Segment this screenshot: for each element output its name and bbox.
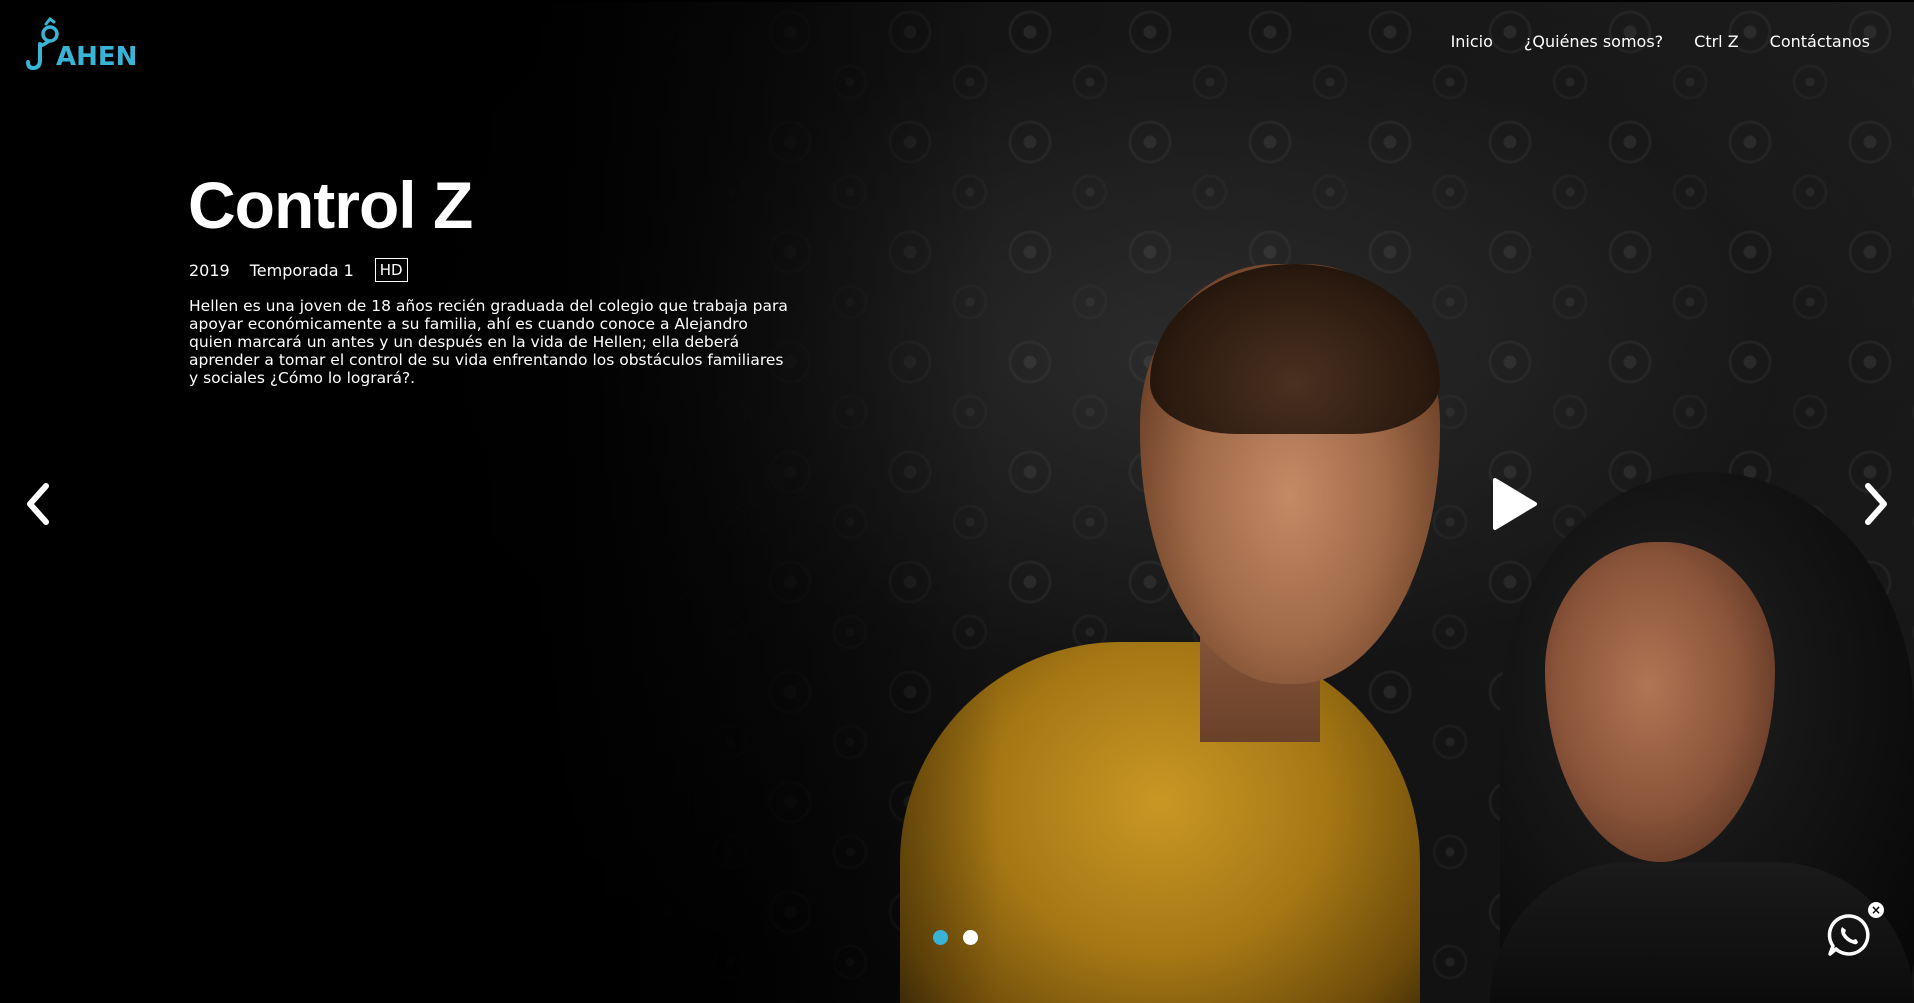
release-year: 2019 — [189, 260, 230, 280]
brand-logo[interactable]: AHEN — [26, 16, 146, 72]
prev-slide-button[interactable] — [18, 478, 58, 530]
carousel-dot-1[interactable] — [933, 930, 948, 945]
chevron-left-icon — [27, 483, 49, 525]
carousel-indicators — [933, 930, 978, 945]
play-button[interactable] — [1487, 476, 1541, 532]
hero-slide — [0, 2, 1914, 1003]
logo-text: AHEN — [56, 42, 138, 72]
carousel-dot-2[interactable] — [963, 930, 978, 945]
whatsapp-button[interactable] — [1826, 912, 1872, 958]
nav-item-ctrl-z[interactable]: Ctrl Z — [1694, 32, 1739, 51]
next-slide-button[interactable] — [1856, 478, 1896, 530]
nav-item-quienes-somos[interactable]: ¿Quiénes somos? — [1524, 32, 1663, 51]
hero-description: Hellen es una joven de 18 años recién gr… — [189, 297, 788, 387]
play-icon — [1493, 478, 1537, 530]
whatsapp-close-button[interactable]: × — [1868, 902, 1884, 918]
hero-meta: 2019 Temporada 1 HD — [189, 258, 408, 282]
hero-title: Control Z — [188, 168, 473, 242]
nav-item-contactanos[interactable]: Contáctanos — [1770, 32, 1870, 51]
chevron-right-icon — [1865, 483, 1887, 525]
nav-item-inicio[interactable]: Inicio — [1451, 32, 1493, 51]
whatsapp-icon — [1827, 914, 1870, 956]
left-gradient-overlay — [0, 2, 1000, 1003]
hd-badge: HD — [374, 258, 408, 282]
season-label: Temporada 1 — [249, 260, 354, 280]
main-nav: Inicio ¿Quiénes somos? Ctrl Z Contáctano… — [1451, 32, 1870, 51]
